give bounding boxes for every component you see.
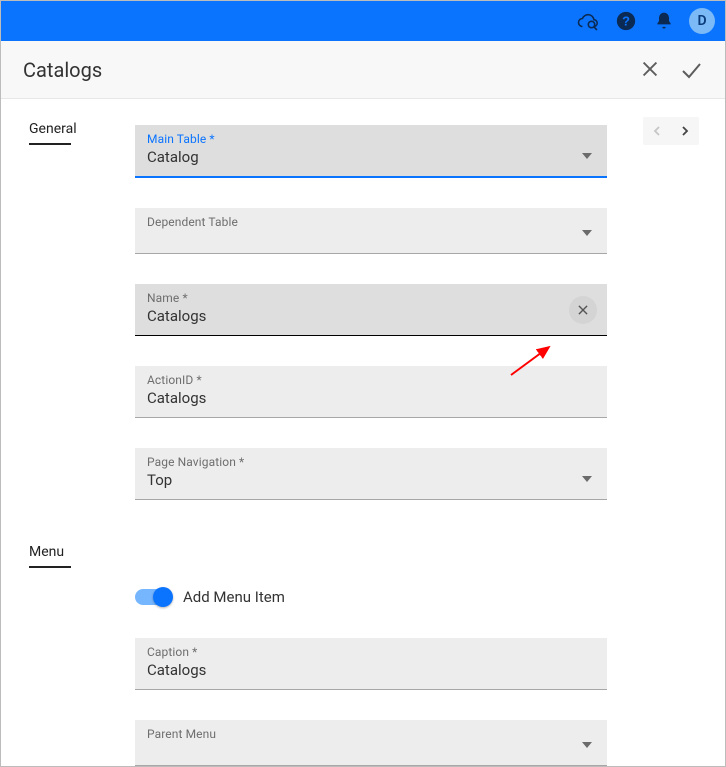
chevron-down-icon[interactable] [581,222,593,241]
confirm-button[interactable] [679,58,703,82]
svg-text:?: ? [622,14,630,29]
content-scroll[interactable]: General Main Table * Catalog Dependent T… [1,99,717,766]
chevron-down-icon[interactable] [581,734,593,753]
page-title: Catalogs [23,58,102,82]
field-label: Parent Menu [135,720,607,741]
app-topbar: ? D [1,1,725,41]
field-dependent-table[interactable]: Dependent Table [135,208,607,254]
field-caption[interactable]: Caption * Catalogs [135,638,607,690]
section-label-general-text: General [29,121,77,137]
close-button[interactable] [639,58,661,82]
field-label: ActionID * [135,366,607,387]
field-action-id[interactable]: ActionID * Catalogs [135,366,607,418]
field-label: Page Navigation * [135,448,607,469]
help-icon[interactable]: ? [613,8,639,34]
field-label: Name * [135,284,607,305]
section-label-menu: Menu [29,540,135,560]
field-value: Catalogs [135,305,607,335]
field-label: Main Table * [135,125,607,146]
section-label-general: General [29,117,135,137]
cloud-search-icon[interactable] [575,8,601,34]
page-header: Catalogs [1,41,725,99]
field-value [135,229,607,253]
field-page-navigation[interactable]: Page Navigation * Top [135,448,607,500]
field-main-table[interactable]: Main Table * Catalog [135,125,607,178]
field-value: Top [135,469,607,499]
section-label-menu-text: Menu [29,544,64,560]
chevron-down-icon[interactable] [581,468,593,487]
field-name[interactable]: Name * Catalogs [135,284,607,336]
field-label: Dependent Table [135,208,607,229]
add-menu-item-label: Add Menu Item [183,588,285,606]
pager-next-button[interactable] [671,117,699,145]
field-value: Catalog [135,146,607,176]
avatar[interactable]: D [689,8,715,34]
avatar-initial: D [697,13,706,29]
field-value: Catalogs [135,387,607,417]
chevron-down-icon[interactable] [581,145,593,164]
pager-prev-button[interactable] [643,117,671,145]
field-parent-menu[interactable]: Parent Menu [135,720,607,766]
field-value: Catalogs [135,659,607,689]
clear-button[interactable] [569,296,597,324]
pager [643,117,699,145]
add-menu-item-toggle[interactable] [135,589,171,605]
field-label: Caption * [135,638,607,659]
field-value [135,741,607,765]
bell-icon[interactable] [651,8,677,34]
